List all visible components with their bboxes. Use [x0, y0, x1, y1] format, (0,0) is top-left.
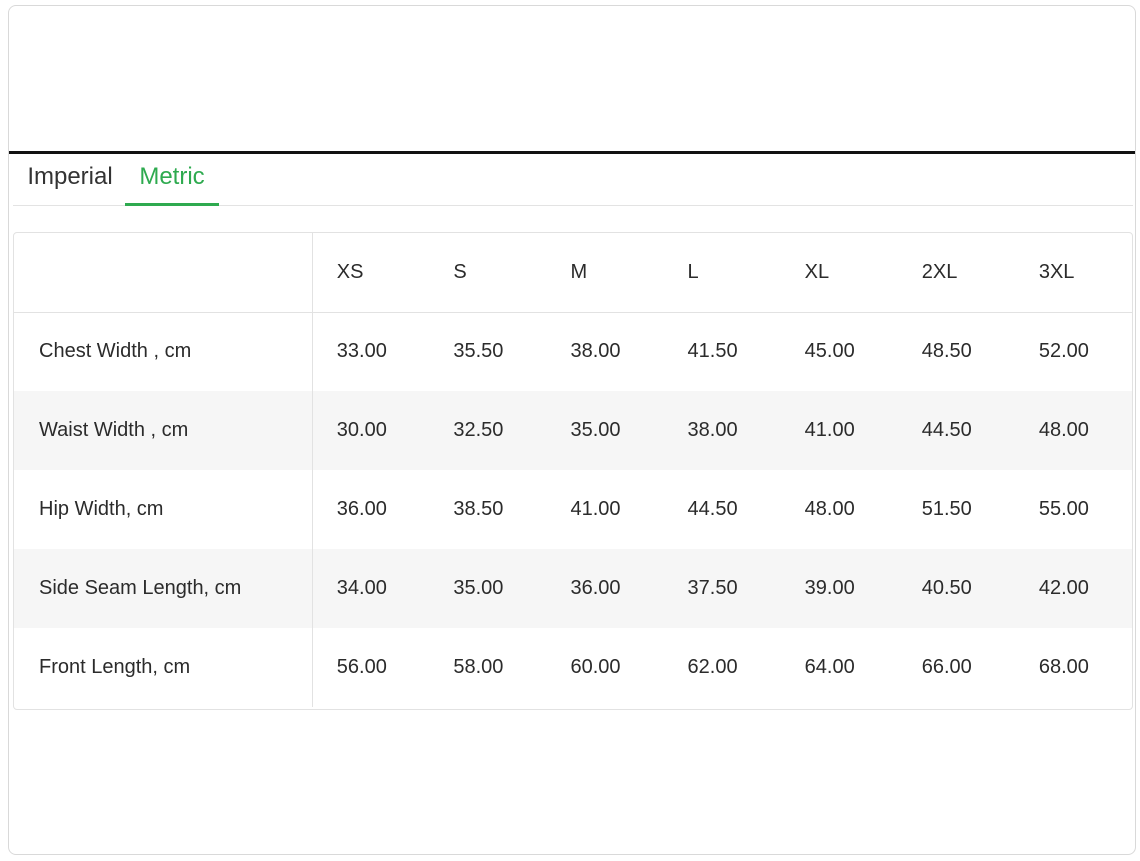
- header-size-xl: XL: [804, 260, 830, 283]
- table-cell: 44.50: [921, 419, 972, 441]
- table-cell: 58.00: [453, 656, 504, 678]
- row-label: Chest Width , cm: [14, 312, 313, 391]
- table-row: Chest Width , cm 33.00 35.50 38.00 41.50…: [14, 312, 1132, 391]
- table-cell: 55.00: [1038, 498, 1089, 520]
- table-cell: 35.00: [570, 419, 621, 441]
- table-cell: 48.50: [921, 340, 972, 363]
- table-cell: 52.00: [1038, 340, 1089, 363]
- table-cell: 36.00: [336, 498, 387, 520]
- table-row: Hip Width, cm 36.00 38.50 41.00 44.50 48…: [14, 470, 1132, 549]
- table-cell: 35.00: [453, 577, 504, 599]
- header-size-m: M: [570, 260, 588, 283]
- row-label: Waist Width , cm: [14, 391, 313, 470]
- size-table: XS S M L XL 2XL 3XL Chest Width , cm 33.…: [13, 232, 1133, 710]
- table-cell: 38.00: [570, 340, 621, 363]
- header-size-s: S: [453, 260, 467, 283]
- tab-imperial[interactable]: Imperial: [25, 154, 115, 206]
- table-cell: 62.00: [687, 656, 738, 678]
- table-cell: 51.50: [921, 498, 972, 520]
- table-row: Waist Width , cm 30.00 32.50 35.00 38.00…: [14, 391, 1132, 470]
- row-label: Front Length, cm: [14, 628, 313, 707]
- table-cell: 41.00: [804, 419, 855, 441]
- table-cell: 30.00: [336, 419, 387, 441]
- table-cell: 48.00: [804, 498, 855, 520]
- header-size-3xl: 3XL: [1038, 260, 1075, 283]
- table-cell: 33.00: [336, 340, 387, 363]
- table-cell: 42.00: [1038, 577, 1089, 599]
- table-cell: 34.00: [336, 577, 387, 599]
- table-cell: 56.00: [336, 656, 387, 678]
- tab-metric[interactable]: Metric: [125, 154, 219, 206]
- table-cell: 37.50: [687, 577, 738, 599]
- table-row: Front Length, cm 56.00 58.00 60.00 62.00…: [14, 628, 1132, 707]
- table-cell: 38.50: [453, 498, 504, 520]
- table-cell: 36.00: [570, 577, 621, 599]
- table-cell: 38.00: [687, 419, 738, 441]
- table-cell: 41.00: [570, 498, 621, 520]
- header-size-xs: XS: [336, 260, 364, 283]
- header-size-2xl: 2XL: [921, 260, 958, 283]
- unit-tabs: Imperial Metric: [13, 154, 1133, 206]
- table-cell: 39.00: [804, 577, 855, 599]
- table-cell: 60.00: [570, 656, 621, 678]
- table-cell: 48.00: [1038, 419, 1089, 441]
- header-size-l: L: [687, 260, 699, 283]
- table-cell: 66.00: [921, 656, 972, 678]
- table-cell: 41.50: [687, 340, 738, 363]
- table-cell: 40.50: [921, 577, 972, 599]
- size-chart-panel: Imperial Metric XS S M L XL 2XL 3XL Ches…: [8, 5, 1136, 855]
- table-header-row: XS S M L XL 2XL 3XL: [14, 233, 1132, 312]
- table-cell: 44.50: [687, 498, 738, 520]
- header-corner-cell: [14, 233, 313, 312]
- table-cell: 32.50: [453, 419, 504, 441]
- table-cell: 45.00: [804, 340, 855, 363]
- row-label: Hip Width, cm: [14, 470, 313, 549]
- table-row: Side Seam Length, cm 34.00 35.00 36.00 3…: [14, 549, 1132, 628]
- row-label: Side Seam Length, cm: [14, 549, 313, 628]
- table-cell: 68.00: [1038, 656, 1089, 678]
- table-cell: 64.00: [804, 656, 855, 678]
- table-cell: 35.50: [453, 340, 504, 363]
